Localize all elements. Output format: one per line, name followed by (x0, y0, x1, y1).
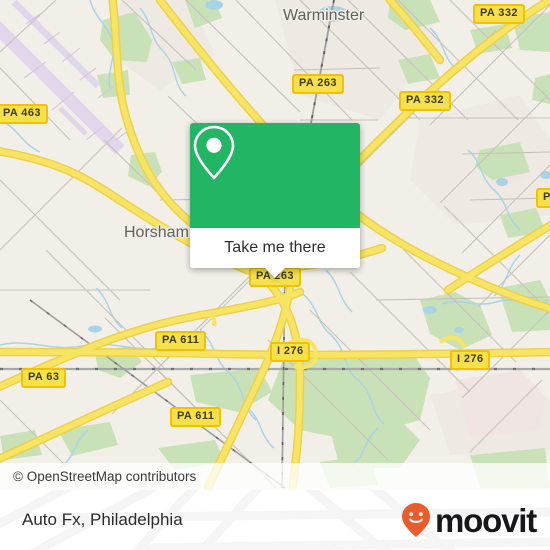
road-shield-pa332-north[interactable]: PA 332 (473, 4, 525, 24)
screenshot-root: Warminster Horsham PA 332 PA 263 PA 332 … (0, 0, 550, 550)
road-shield-pa63[interactable]: PA 63 (21, 368, 67, 388)
map-pin-icon (193, 125, 235, 180)
road-shield-i276-west[interactable]: I 276 (270, 342, 311, 362)
popup-pointer-arrow (264, 267, 286, 278)
road-shield-pa463[interactable]: PA 463 (0, 104, 48, 124)
place-label-horsham: Horsham (124, 224, 189, 241)
attribution-text[interactable]: © OpenStreetMap contributors (13, 469, 196, 484)
road-shield-pa332-mid[interactable]: PA 332 (399, 91, 451, 111)
road-shield-pa263-north[interactable]: PA 263 (292, 74, 344, 94)
moovit-logo[interactable]: moovit (401, 490, 537, 550)
road-shield-i276-east[interactable]: I 276 (450, 350, 491, 370)
popup-image-area (190, 123, 360, 228)
moovit-wordmark: moovit (435, 501, 537, 539)
location-popup-card[interactable]: Take me there (190, 123, 360, 278)
map-attribution-bar: © OpenStreetMap contributors (0, 463, 550, 490)
page-title: Auto Fx, Philadelphia (22, 510, 183, 529)
road-shield-pa-edge[interactable]: PA (536, 188, 550, 208)
road-shield-pa611-lower[interactable]: PA 611 (170, 407, 222, 427)
take-me-there-button[interactable]: Take me there (190, 228, 360, 268)
place-label-warminster: Warminster (283, 7, 365, 24)
road-shield-pa611-upper[interactable]: PA 611 (155, 331, 207, 351)
footer-bar: Auto Fx, Philadelphia moovit (0, 490, 550, 550)
map-canvas[interactable]: Warminster Horsham PA 332 PA 263 PA 332 … (0, 0, 550, 490)
moovit-pin-smiley-icon (402, 503, 431, 537)
